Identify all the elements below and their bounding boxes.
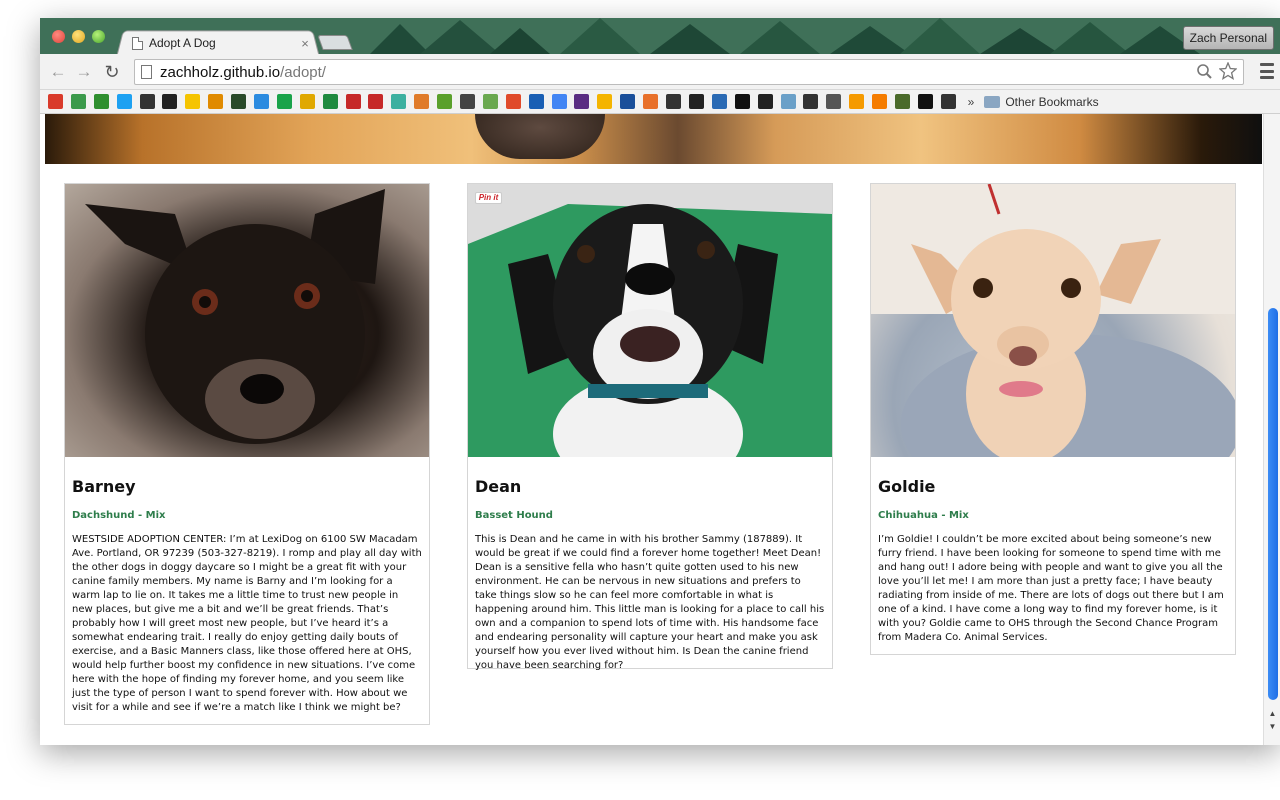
bookmark-favicon-icon[interactable] <box>917 94 933 109</box>
url-host: zachholz.github.io <box>160 63 281 81</box>
bookmark-favicon-icon[interactable] <box>688 94 704 109</box>
reload-icon[interactable]: ↻ <box>102 62 122 82</box>
bookmark-favicon-icon[interactable] <box>345 94 361 109</box>
bookmark-favicon-icon[interactable] <box>208 94 224 109</box>
bookmark-favicon-icon[interactable] <box>368 94 384 109</box>
dog-card-dean: Pin it Dean Basset Hound This is Dean an… <box>467 183 833 671</box>
card-body: Goldie Chihuahua - Mix I’m Goldie! I cou… <box>871 477 1235 645</box>
title-bar: Adopt A Dog × Zach Personal <box>40 18 1280 54</box>
bookmarks-more-icon[interactable]: » <box>968 95 975 109</box>
bookmark-favicon-icon[interactable] <box>803 94 819 109</box>
dog-breed: Basset Hound <box>475 510 553 521</box>
bookmark-favicon-icon[interactable] <box>551 94 567 109</box>
dog-illustration <box>871 184 1235 457</box>
bookmark-favicon-icon[interactable] <box>185 94 201 109</box>
dog-card-barney: Barney Dachshund - Mix WESTSIDE ADOPTION… <box>64 183 430 725</box>
dog-description: I’m Goldie! I couldn’t be more excited a… <box>878 534 1224 643</box>
bookmarks-bar: » Other Bookmarks <box>40 90 1280 114</box>
browser-window: Adopt A Dog × Zach Personal ← → ↻ zachho… <box>40 18 1280 745</box>
bookmark-favicon-icon[interactable] <box>666 94 682 109</box>
scroll-up-arrow-icon[interactable]: ▲ <box>1264 708 1280 720</box>
minimize-window-button[interactable] <box>72 30 85 43</box>
bookmark-favicon-icon[interactable] <box>116 94 132 109</box>
bookmark-favicon-icon[interactable] <box>528 94 544 109</box>
bookmark-favicon-icon[interactable] <box>322 94 338 109</box>
bookmark-favicon-icon[interactable] <box>482 94 498 109</box>
scroll-down-arrow-icon[interactable]: ▼ <box>1264 721 1280 733</box>
tab-content: Adopt A Dog × <box>132 32 312 54</box>
bookmark-favicon-icon[interactable] <box>780 94 796 109</box>
dog-name: Barney <box>72 477 136 496</box>
dog-name: Dean <box>475 477 522 496</box>
card-body: Dean Basset Hound This is Dean and he ca… <box>468 477 832 673</box>
bookmark-favicon-icon[interactable] <box>734 94 750 109</box>
bookmark-favicon-icon[interactable] <box>894 94 910 109</box>
card-body: Barney Dachshund - Mix WESTSIDE ADOPTION… <box>65 477 429 715</box>
bookmark-favicon-icon[interactable] <box>48 94 63 109</box>
address-bar[interactable]: zachholz.github.io /adopt/ <box>134 59 1244 85</box>
url-path: /adopt/ <box>280 63 326 81</box>
bookmark-favicon-icon[interactable] <box>70 94 86 109</box>
bookmark-favicon-icon[interactable] <box>757 94 773 109</box>
dog-card-goldie: Goldie Chihuahua - Mix I’m Goldie! I cou… <box>870 183 1236 655</box>
bookmark-favicon-icon[interactable] <box>276 94 292 109</box>
page-viewport: Barney Dachshund - Mix WESTSIDE ADOPTION… <box>40 114 1280 745</box>
bookmark-favicon-icon[interactable] <box>299 94 315 109</box>
bookmark-favicon-icon[interactable] <box>414 94 430 109</box>
bookmark-star-icon[interactable] <box>1219 62 1237 80</box>
bookmark-favicon-icon[interactable] <box>231 94 247 109</box>
other-bookmarks[interactable]: Other Bookmarks <box>1005 95 1098 109</box>
bookmark-favicon-icon[interactable] <box>849 94 865 109</box>
dog-illustration <box>85 189 385 444</box>
profile-button[interactable]: Zach Personal <box>1182 26 1274 50</box>
bookmark-favicon-icon[interactable] <box>139 94 155 109</box>
bookmark-favicon-icon[interactable] <box>872 94 888 109</box>
bookmark-favicon-icon[interactable] <box>437 94 453 109</box>
bookmark-favicon-icon[interactable] <box>643 94 659 109</box>
close-tab-icon[interactable]: × <box>298 36 312 51</box>
tab-title: Adopt A Dog <box>149 36 216 50</box>
bookmark-favicon-icon[interactable] <box>940 94 956 109</box>
bookmark-favicon-icon[interactable] <box>711 94 727 109</box>
dog-name: Goldie <box>878 477 936 496</box>
bookmark-favicon-icon[interactable] <box>597 94 613 109</box>
close-window-button[interactable] <box>52 30 65 43</box>
new-tab-button[interactable] <box>317 35 353 50</box>
bookmark-favicon-icon[interactable] <box>505 94 521 109</box>
bookmark-favicon-icon[interactable] <box>826 94 842 109</box>
zoom-icon[interactable] <box>1196 63 1213 80</box>
back-icon[interactable]: ← <box>48 62 68 82</box>
chrome-menu-icon[interactable] <box>1260 63 1274 79</box>
scrollbar-thumb[interactable] <box>1268 308 1278 700</box>
hero-dog-nose <box>475 114 605 159</box>
dog-photo-barney <box>65 184 429 457</box>
dog-breed: Dachshund - Mix <box>72 510 166 521</box>
forward-icon[interactable]: → <box>74 62 94 82</box>
dog-breed: Chihuahua - Mix <box>878 510 969 521</box>
bookmark-favicon-icon[interactable] <box>254 94 270 109</box>
omnibox-icons <box>1196 62 1237 80</box>
bookmark-favicon-icon[interactable] <box>391 94 407 109</box>
vertical-scrollbar[interactable]: ▲ ▼ <box>1263 114 1280 745</box>
dog-illustration <box>468 184 832 457</box>
dog-photo-dean: Pin it <box>468 184 832 457</box>
zoom-window-button[interactable] <box>92 30 105 43</box>
dog-description: This is Dean and he came in with his bro… <box>475 534 825 671</box>
hero-dog-image <box>45 114 1262 164</box>
page-icon <box>141 65 152 79</box>
page-icon <box>132 36 143 50</box>
bookmark-favicon-icon[interactable] <box>162 94 178 109</box>
dog-photo-goldie <box>871 184 1235 457</box>
pinterest-pin-it-button[interactable]: Pin it <box>475 192 502 204</box>
bookmark-favicon-icon[interactable] <box>93 94 109 109</box>
bookmark-favicon-icon[interactable] <box>574 94 590 109</box>
dog-description: WESTSIDE ADOPTION CENTER: I’m at LexiDog… <box>72 534 422 713</box>
bookmark-favicon-icon[interactable] <box>460 94 476 109</box>
bookmark-favicon-icon[interactable] <box>620 94 636 109</box>
browser-toolbar: ← → ↻ zachholz.github.io /adopt/ <box>40 54 1280 90</box>
folder-icon <box>984 95 1001 108</box>
bookmark-icons <box>48 94 964 109</box>
